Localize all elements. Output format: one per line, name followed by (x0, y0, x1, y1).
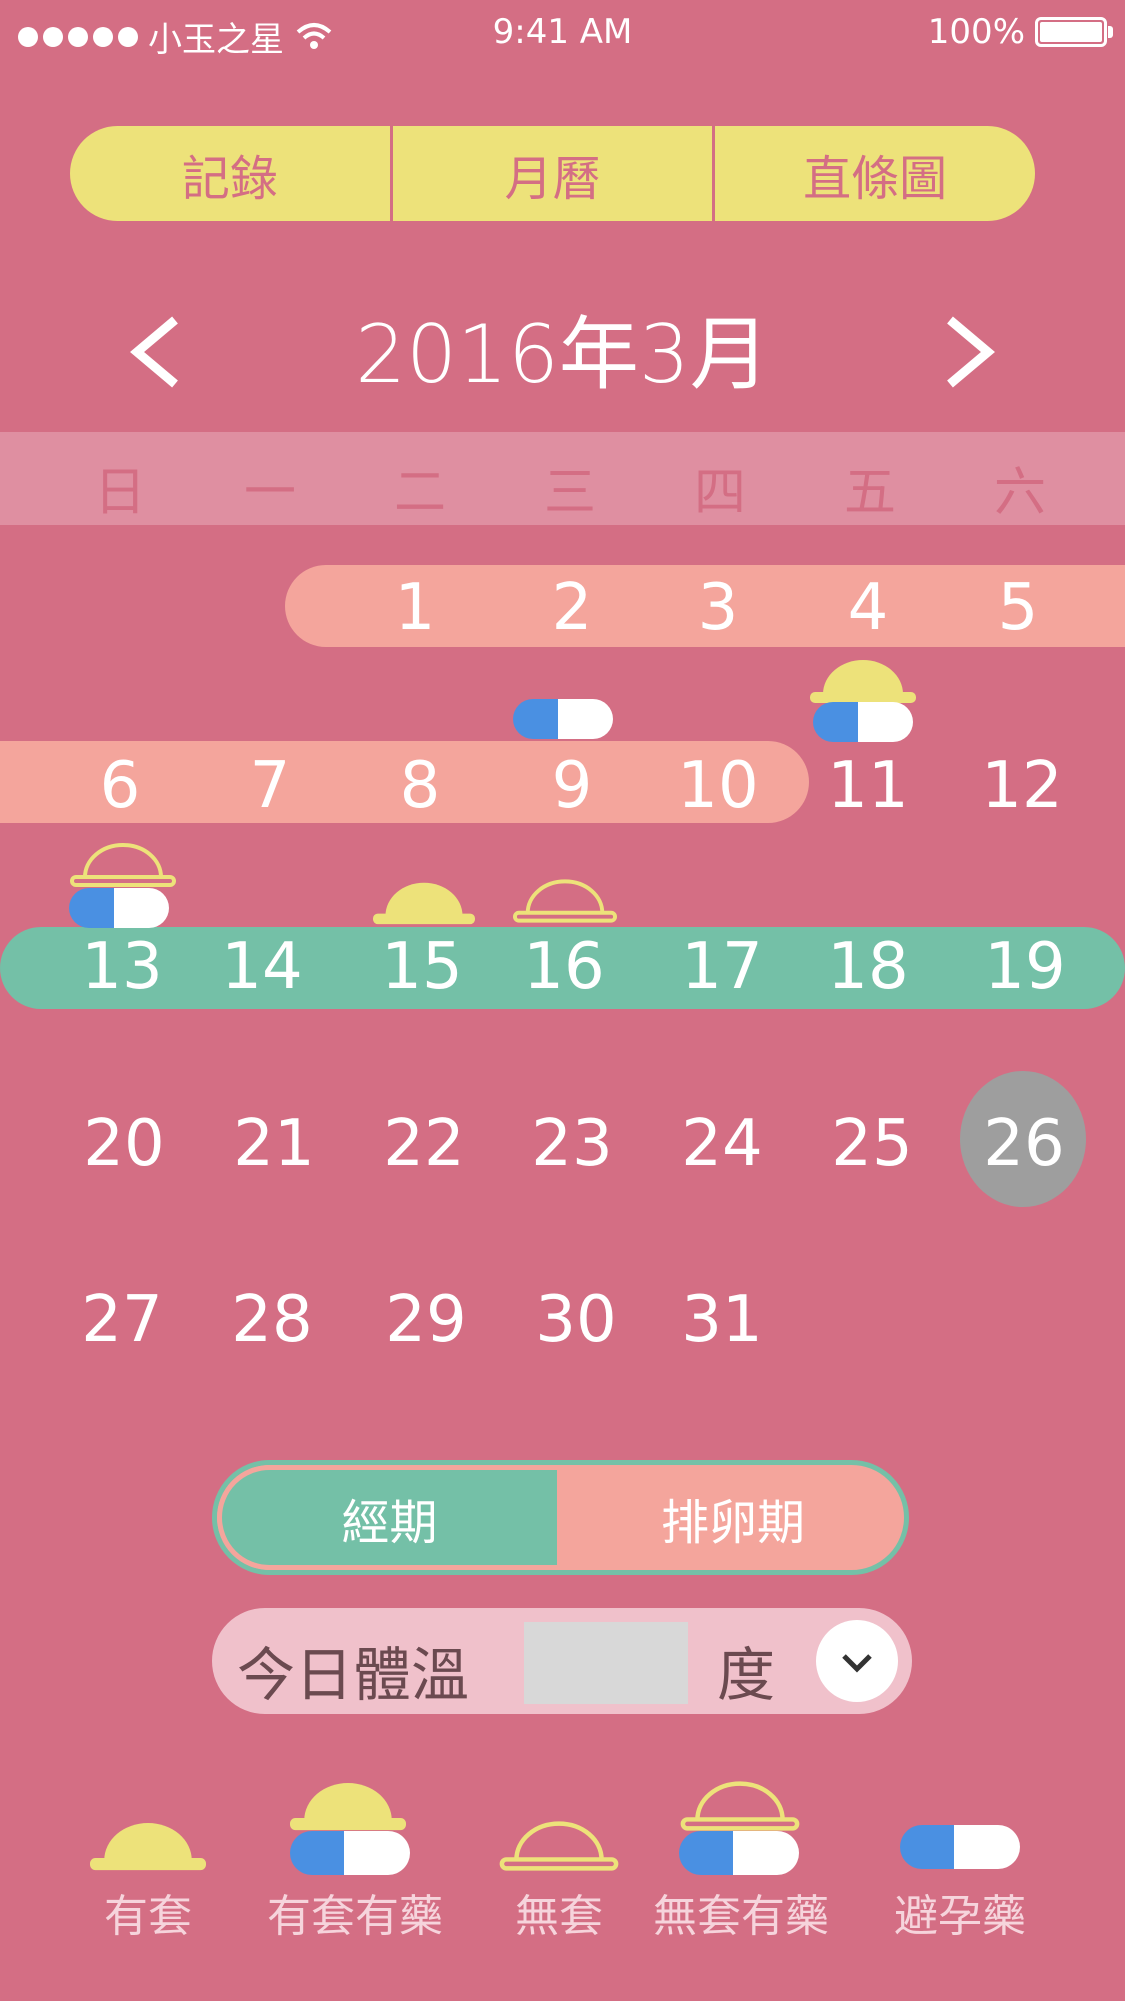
outline-hat-icon (513, 879, 617, 923)
view-tabs: 記錄 月曆 直條圖 (70, 126, 1035, 221)
pill-icon (900, 1825, 1020, 1869)
calendar-day[interactable]: 24 (662, 1104, 782, 1184)
calendar-day[interactable]: 18 (808, 927, 928, 1007)
calendar-day[interactable]: 17 (662, 927, 782, 1007)
outline-hat-icon (680, 1781, 800, 1831)
weekday-tue: 二 (393, 463, 446, 523)
calendar-day[interactable]: 7 (210, 746, 330, 826)
calendar-day[interactable]: 23 (512, 1104, 632, 1184)
calendar-day[interactable]: 14 (202, 927, 322, 1007)
weekday-wed: 三 (543, 463, 596, 523)
calendar-day[interactable]: 9 (512, 746, 632, 826)
calendar-day[interactable]: 5 (958, 568, 1078, 648)
pill-icon (513, 699, 613, 739)
calendar-day[interactable]: 27 (62, 1280, 182, 1360)
status-bar: 小玉之星 9:41 AM 100% (0, 0, 1125, 70)
calendar-day[interactable]: 11 (808, 746, 928, 826)
chevron-down-icon (842, 1654, 872, 1673)
battery-icon (1035, 17, 1113, 47)
calendar-day[interactable]: 10 (658, 746, 778, 826)
calendar-day[interactable]: 13 (62, 927, 182, 1007)
legend-label: 有套有藥 (267, 1891, 443, 1942)
calendar-day[interactable]: 25 (812, 1104, 932, 1184)
filled-hat-icon (810, 660, 916, 703)
calendar-day[interactable]: 16 (504, 927, 624, 1007)
pill-icon (813, 702, 913, 742)
temperature-unit: 度 (717, 1641, 776, 1709)
pill-icon (69, 888, 169, 928)
calendar-day[interactable]: 12 (962, 746, 1082, 826)
calendar-day-today[interactable]: 26 (964, 1104, 1084, 1184)
calendar-day[interactable]: 31 (662, 1280, 782, 1360)
calendar-day[interactable]: 2 (512, 568, 632, 648)
calendar-day[interactable]: 1 (355, 568, 475, 648)
calendar-day[interactable]: 22 (364, 1104, 484, 1184)
outline-hat-icon (499, 1821, 619, 1871)
outline-hat-icon (70, 843, 176, 887)
calendar-day[interactable]: 4 (808, 568, 928, 648)
weekday-sat: 六 (993, 463, 1046, 523)
calendar-day[interactable]: 20 (64, 1104, 184, 1184)
temperature-label: 今日體溫 (237, 1641, 470, 1709)
weekday-thu: 四 (693, 463, 746, 523)
weekday-fri: 五 (843, 463, 896, 523)
weekday-header: 日 一 二 三 四 五 六 (0, 432, 1125, 525)
calendar-day[interactable]: 21 (214, 1104, 334, 1184)
tab-calendar[interactable]: 月曆 (389, 126, 713, 221)
legend-label: 無套 (515, 1891, 603, 1942)
legend-label: 避孕藥 (894, 1891, 1026, 1942)
temperature-input[interactable] (524, 1622, 688, 1704)
calendar-day[interactable]: 3 (658, 568, 778, 648)
calendar-day[interactable]: 6 (60, 746, 180, 826)
chevron-right-icon (947, 316, 995, 388)
temperature-dropdown-button[interactable] (816, 1620, 898, 1702)
tab-record[interactable]: 記錄 (70, 126, 390, 221)
calendar-day[interactable]: 8 (360, 746, 480, 826)
battery-percent: 100% (927, 12, 1025, 52)
calendar-day[interactable]: 15 (362, 927, 482, 1007)
filled-hat-icon (90, 1823, 206, 1871)
legend-label: 無套有藥 (653, 1891, 829, 1942)
calendar-day[interactable]: 29 (366, 1280, 486, 1360)
weekday-mon: 一 (243, 463, 296, 523)
weekday-sun: 日 (93, 463, 146, 523)
legend-label: 有套 (104, 1891, 192, 1942)
temperature-row: 今日體溫 度 (212, 1608, 912, 1714)
tab-bar-chart[interactable]: 直條圖 (712, 126, 1035, 221)
filled-hat-icon (290, 1783, 406, 1831)
ovulation-toggle-button[interactable]: 排卵期 (562, 1465, 904, 1570)
filled-hat-icon (373, 882, 475, 925)
calendar-day[interactable]: 19 (965, 927, 1085, 1007)
pill-icon (679, 1831, 799, 1875)
period-toggle-button[interactable]: 經期 (217, 1465, 562, 1570)
calendar-day[interactable]: 28 (212, 1280, 332, 1360)
calendar-day[interactable]: 30 (516, 1280, 636, 1360)
pill-icon (290, 1831, 410, 1875)
cycle-phase-toggle: 經期 排卵期 (212, 1460, 909, 1575)
next-month-button[interactable] (930, 300, 1010, 400)
